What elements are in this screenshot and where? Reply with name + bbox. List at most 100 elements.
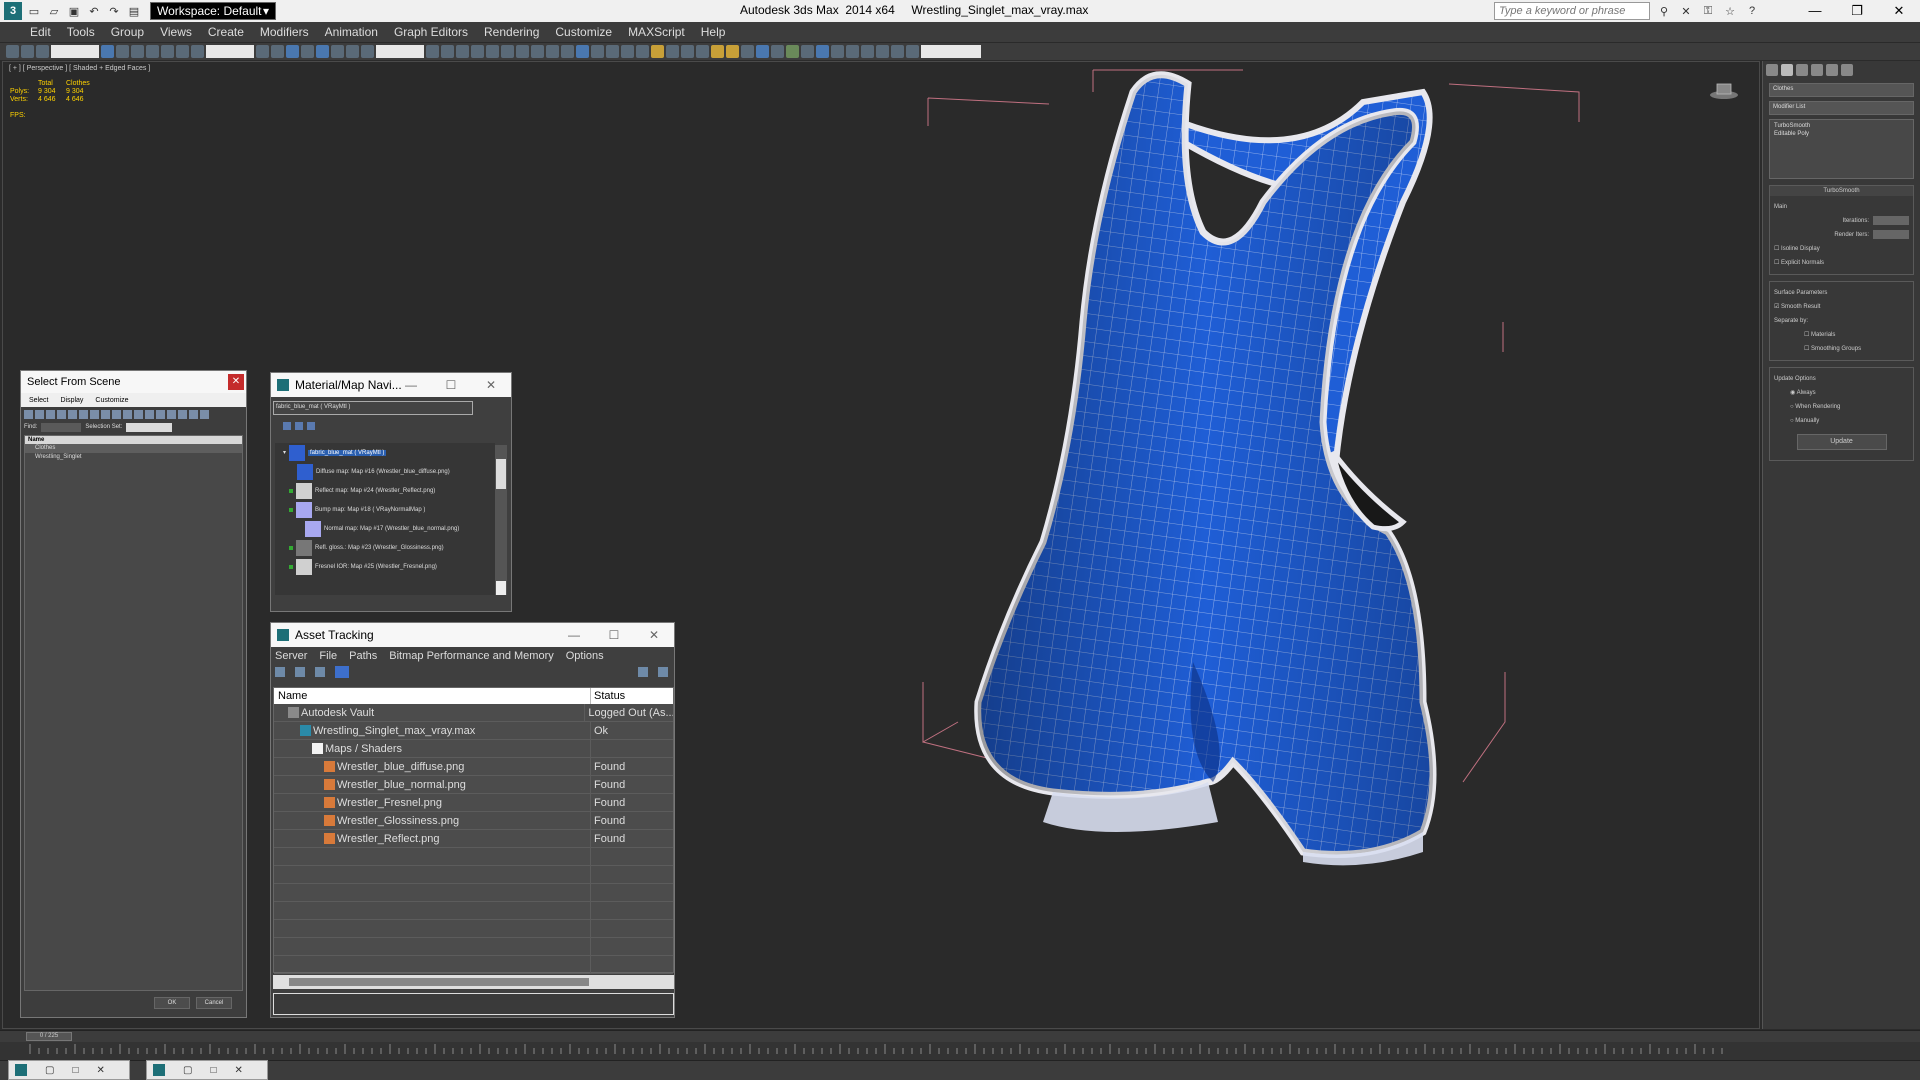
vray-toolbar-2-icon[interactable]: [606, 45, 619, 58]
render-iters-spinner[interactable]: [1873, 229, 1909, 239]
render-icon[interactable]: [561, 45, 574, 58]
bind-space-warp-icon[interactable]: [36, 45, 49, 58]
close-icon[interactable]: ✕: [228, 374, 244, 390]
table-row[interactable]: Wrestling_Singlet_max_vray.max Ok: [274, 722, 673, 740]
dialog-title-bar[interactable]: Select From Scene ✕: [21, 371, 246, 393]
restore-icon[interactable]: ▢: [183, 1065, 192, 1076]
tree-node-root[interactable]: ▾ fabric_blue_mat ( VRayMtl ): [275, 443, 495, 462]
list-item[interactable]: Clothes: [25, 444, 242, 453]
app-logo-icon[interactable]: 3: [4, 2, 22, 20]
menu-server[interactable]: Server: [275, 650, 307, 662]
menu-options[interactable]: Options: [566, 650, 604, 662]
help-icon[interactable]: [638, 667, 648, 677]
minimized-window-1[interactable]: ▢ □ ✕: [8, 1060, 130, 1080]
window-title-bar[interactable]: Asset Tracking — ☐ ✕: [271, 623, 674, 647]
motion-tab-icon[interactable]: [1811, 64, 1823, 76]
rectangular-selection-icon[interactable]: [131, 45, 144, 58]
menu-display[interactable]: Display: [60, 397, 83, 404]
rollout-title[interactable]: TurboSmooth: [1770, 186, 1913, 196]
table-row[interactable]: Autodesk Vault Logged Out (As...: [274, 704, 673, 722]
vray-plane-icon[interactable]: [681, 45, 694, 58]
vray-frame-buffer-icon[interactable]: [576, 45, 589, 58]
menu-create[interactable]: Create: [208, 25, 244, 39]
close-icon[interactable]: ✕: [97, 1065, 105, 1076]
vray-toolbar-4-icon[interactable]: [636, 45, 649, 58]
maximize-icon[interactable]: □: [210, 1065, 216, 1076]
table-view-icon[interactable]: [335, 666, 349, 678]
menu-edit[interactable]: Edit: [30, 25, 51, 39]
hierarchy-tab-icon[interactable]: [1796, 64, 1808, 76]
vray-light-icon[interactable]: [651, 45, 664, 58]
track-bar[interactable]: [0, 1042, 1920, 1060]
star-icon[interactable]: ☆: [1722, 3, 1738, 19]
tree-node[interactable]: Refl. gloss.: Map #23 (Wrestler_Glossine…: [275, 538, 495, 557]
key-icon[interactable]: ⚿: [1700, 3, 1716, 19]
table-row[interactable]: Wrestler_blue_diffuse.png Found: [274, 758, 673, 776]
vray-lister-icon[interactable]: [846, 45, 859, 58]
display-spacewarps-icon[interactable]: [79, 409, 88, 419]
script-2-icon[interactable]: [891, 45, 904, 58]
tree-node[interactable]: Bump map: Map #18 ( VRayNormalMap ): [275, 500, 495, 519]
minimize-icon[interactable]: —: [1794, 0, 1836, 22]
display-cameras-icon[interactable]: [57, 409, 66, 419]
name-column-header[interactable]: Name: [25, 436, 242, 444]
layer-manager-icon[interactable]: [456, 45, 469, 58]
vertical-scrollbar[interactable]: [495, 445, 507, 595]
tree-node[interactable]: Diffuse map: Map #16 (Wrestler_blue_diff…: [275, 462, 495, 481]
manually-radio-label[interactable]: Manually: [1795, 418, 1819, 424]
keyboard-shortcut-icon[interactable]: [286, 45, 299, 58]
menu-tools[interactable]: Tools: [67, 25, 95, 39]
perspective-viewport[interactable]: [ + ] [ Perspective ] [ Shaded + Edged F…: [2, 61, 1760, 1029]
close-icon[interactable]: ✕: [235, 1065, 243, 1076]
select-by-name-icon[interactable]: [116, 45, 129, 58]
horizontal-scrollbar[interactable]: [273, 975, 674, 989]
open-file-icon[interactable]: ▱: [46, 3, 62, 19]
menu-file[interactable]: File: [319, 650, 337, 662]
selection-filter-dropdown[interactable]: [51, 45, 99, 58]
name-column-header[interactable]: Name: [274, 688, 591, 704]
select-invert-icon[interactable]: [178, 409, 187, 419]
reference-coordinate-dropdown[interactable]: [206, 45, 254, 58]
scroll-down-button[interactable]: [496, 581, 506, 595]
edit-named-selection-icon[interactable]: [361, 45, 374, 58]
tree-node[interactable]: Fresnel IOR: Map #25 (Wrestler_Fresnel.p…: [275, 557, 495, 576]
when-rendering-radio-label[interactable]: When Rendering: [1795, 404, 1840, 410]
view-large-icon[interactable]: [307, 422, 315, 430]
percent-snap-icon[interactable]: [331, 45, 344, 58]
filter-icon[interactable]: [200, 409, 209, 419]
spinner-snap-icon[interactable]: [346, 45, 359, 58]
script-1-icon[interactable]: [876, 45, 889, 58]
smoothing-groups-checkbox-label[interactable]: Smoothing Groups: [1811, 346, 1861, 352]
schematic-view-icon[interactable]: [501, 45, 514, 58]
render-preset-dropdown[interactable]: [921, 45, 981, 58]
menu-help[interactable]: Help: [701, 25, 726, 39]
named-selection-dropdown[interactable]: [376, 45, 424, 58]
stack-item-turbosmooth[interactable]: TurboSmooth: [1774, 122, 1909, 130]
cancel-button[interactable]: Cancel: [196, 997, 232, 1009]
display-xrefs-icon[interactable]: [101, 409, 110, 419]
update-button[interactable]: Update: [1796, 434, 1887, 450]
minimize-icon[interactable]: —: [391, 373, 431, 397]
move-icon[interactable]: [161, 45, 174, 58]
graphite-toggle-icon[interactable]: [471, 45, 484, 58]
menu-modifiers[interactable]: Modifiers: [260, 25, 309, 39]
isoline-checkbox-label[interactable]: Isoline Display: [1781, 246, 1820, 252]
display-none-icon[interactable]: [134, 409, 143, 419]
align-icon[interactable]: [441, 45, 454, 58]
close-icon[interactable]: ✕: [634, 623, 674, 647]
object-name-field[interactable]: Clothes: [1769, 83, 1914, 97]
display-bones-icon[interactable]: [112, 409, 121, 419]
angle-snap-icon[interactable]: [316, 45, 329, 58]
rendered-frame-icon[interactable]: [546, 45, 559, 58]
list-view-icon[interactable]: [295, 667, 305, 677]
vray-scene-converter-icon[interactable]: [801, 45, 814, 58]
menu-graph-editors[interactable]: Graph Editors: [394, 25, 468, 39]
table-row[interactable]: Wrestler_blue_normal.png Found: [274, 776, 673, 794]
sync-selection-icon[interactable]: [189, 409, 198, 419]
rotate-icon[interactable]: [176, 45, 189, 58]
stack-item-editable-poly[interactable]: Editable Poly: [1774, 130, 1909, 138]
selection-set-dropdown[interactable]: [126, 422, 173, 432]
display-geometry-icon[interactable]: [24, 409, 33, 419]
project-folder-icon[interactable]: ▤: [126, 3, 142, 19]
menu-rendering[interactable]: Rendering: [484, 25, 539, 39]
